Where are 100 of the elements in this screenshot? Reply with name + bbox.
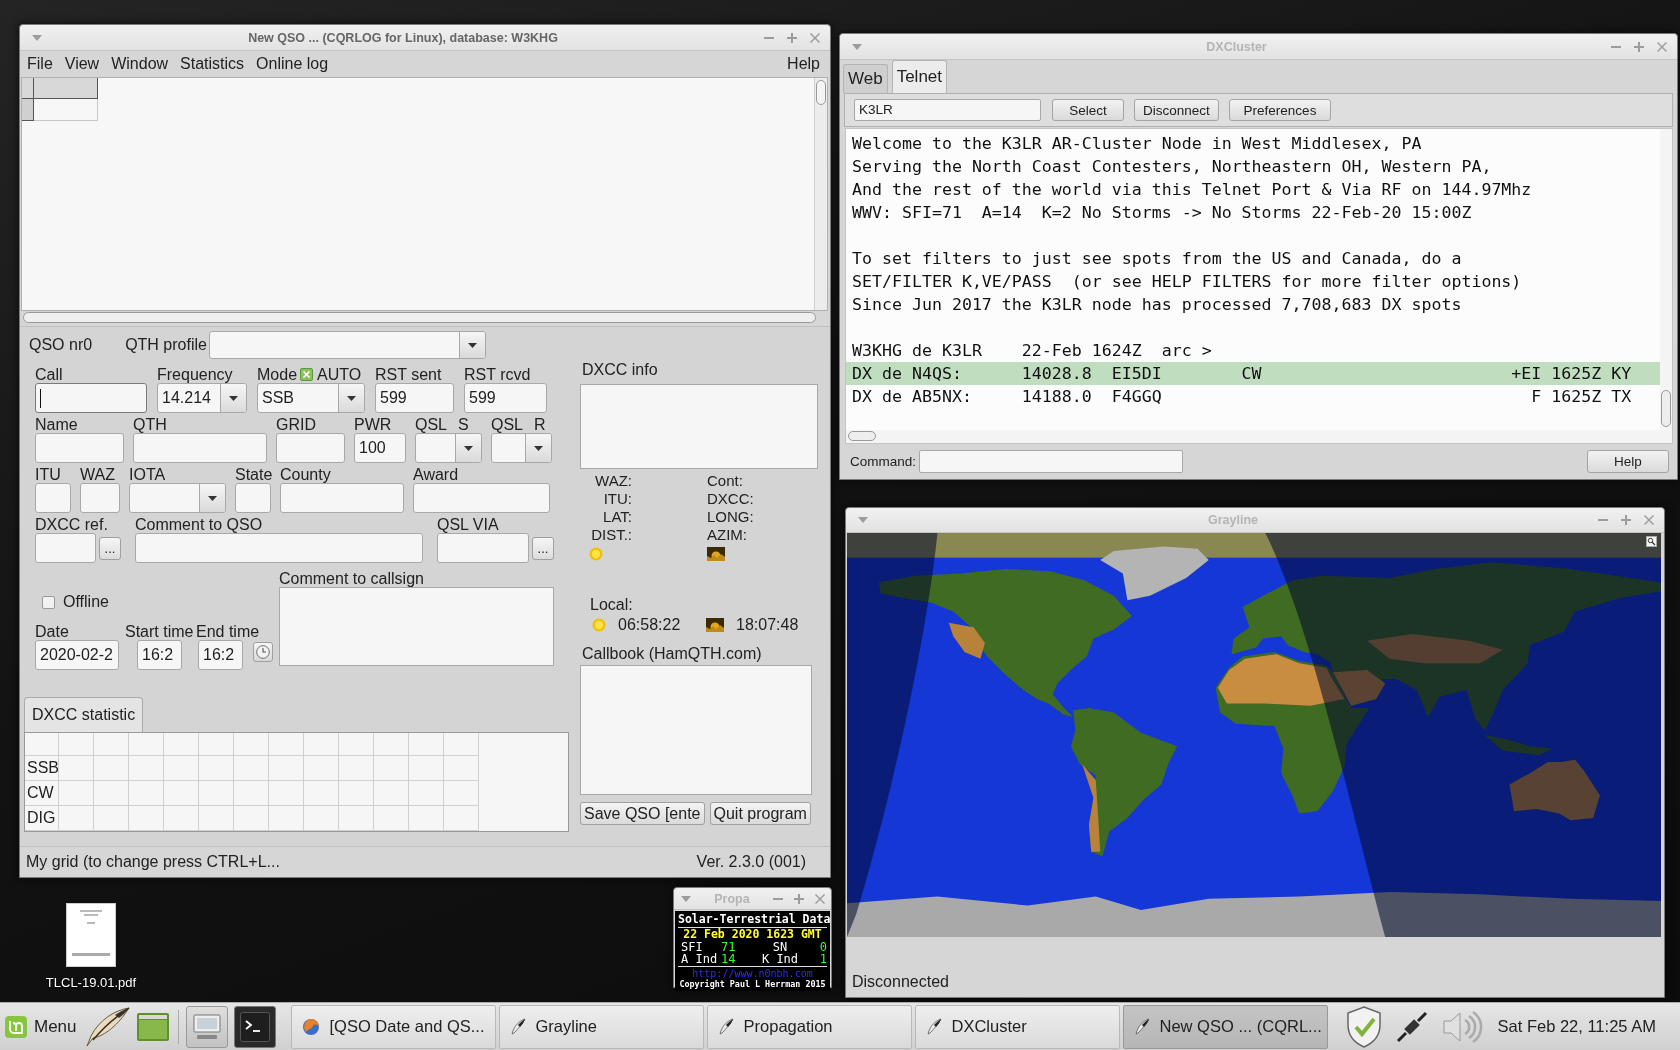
dropdown-field[interactable]: 14.214 xyxy=(157,383,247,413)
menu-item[interactable]: Window xyxy=(105,54,175,74)
input-field[interactable]: K3LR xyxy=(854,99,1041,121)
field-label: S xyxy=(458,416,469,433)
magnifier-icon[interactable] xyxy=(1646,536,1657,547)
input-field[interactable]: 100 xyxy=(354,433,406,463)
horizontal-scrollbar[interactable] xyxy=(846,430,1672,443)
save-button[interactable]: Save QSO [ente xyxy=(580,802,705,825)
input-field[interactable]: 16:2 xyxy=(198,640,243,670)
row-header: CW xyxy=(25,781,59,806)
close-icon[interactable] xyxy=(1657,41,1667,52)
clock[interactable]: Sat Feb 22, 11:25 AM xyxy=(1497,1017,1656,1036)
window-menu-icon[interactable] xyxy=(852,43,862,50)
taskbar-button[interactable]: DXCluster xyxy=(914,1004,1120,1049)
dropdown-field[interactable]: SSB xyxy=(257,383,365,413)
document-icon[interactable] xyxy=(66,903,116,967)
maximize-icon[interactable] xyxy=(1634,41,1644,52)
text-area[interactable] xyxy=(279,587,554,666)
tab[interactable]: Web xyxy=(843,64,888,93)
menu-item[interactable]: Statistics xyxy=(174,54,251,74)
minimize-icon[interactable] xyxy=(1611,45,1621,48)
dropdown-field[interactable] xyxy=(129,483,226,513)
scrollbar-thumb[interactable] xyxy=(1661,390,1671,427)
input-field[interactable]: 2020-02-2 xyxy=(35,640,119,670)
window-title: New QSO ... (CQRLOG for Linux), database: W3KHG xyxy=(247,30,559,45)
more-button[interactable]: ... xyxy=(532,537,554,560)
help-button[interactable]: Help xyxy=(1587,450,1669,473)
input-field[interactable] xyxy=(135,533,423,563)
vertical-scrollbar[interactable] xyxy=(814,78,827,310)
window-icon[interactable] xyxy=(136,1012,169,1041)
header-cell xyxy=(22,78,34,99)
file-label[interactable]: TLCL-19.01.pdf xyxy=(45,975,137,990)
input-field[interactable] xyxy=(413,483,550,513)
tab[interactable]: DXCC statistic xyxy=(24,697,144,732)
menu-item[interactable]: File xyxy=(21,54,59,74)
clock-button[interactable] xyxy=(253,642,273,662)
column-header xyxy=(25,733,59,756)
input-field[interactable] xyxy=(276,433,345,463)
minimize-icon[interactable] xyxy=(773,897,783,900)
disconnect-button[interactable]: Disconnect xyxy=(1134,99,1219,121)
close-icon[interactable] xyxy=(810,32,820,43)
tab[interactable]: Telnet xyxy=(891,60,948,93)
select-button[interactable]: Select xyxy=(1052,99,1124,121)
launcher-button[interactable] xyxy=(233,1005,276,1048)
close-icon[interactable] xyxy=(815,893,825,904)
taskbar-button[interactable]: New QSO ... (CQRL... xyxy=(1122,1004,1328,1049)
input-field[interactable] xyxy=(133,433,267,463)
dropdown-button[interactable] xyxy=(199,484,225,512)
window-menu-icon[interactable] xyxy=(32,34,42,41)
taskbar-button[interactable]: Grayline xyxy=(498,1004,704,1049)
taskbar-button[interactable]: Propagation xyxy=(706,1004,912,1049)
maximize-icon[interactable] xyxy=(794,893,804,904)
shield-check-icon[interactable] xyxy=(1345,1005,1382,1048)
table-cell xyxy=(304,806,339,831)
field-label: Date xyxy=(35,623,70,640)
dropdown-field[interactable] xyxy=(491,433,552,463)
close-icon[interactable] xyxy=(1644,515,1654,525)
checkbox[interactable] xyxy=(300,368,314,381)
more-button[interactable]: ... xyxy=(99,537,121,560)
input-field[interactable] xyxy=(35,483,71,513)
quit-button[interactable]: Quit program xyxy=(709,802,811,825)
dropdown-field[interactable] xyxy=(415,433,482,463)
input-field[interactable]: 599 xyxy=(464,383,547,413)
input-field[interactable] xyxy=(35,433,124,463)
checkbox[interactable] xyxy=(42,595,55,609)
menu-item[interactable]: View xyxy=(58,54,106,74)
input-field[interactable] xyxy=(437,533,529,563)
horizontal-scrollbar[interactable] xyxy=(23,312,816,323)
maximize-icon[interactable] xyxy=(1621,515,1631,525)
input-field[interactable] xyxy=(919,450,1184,473)
vertical-scrollbar[interactable] xyxy=(1660,129,1672,430)
window-menu-icon[interactable] xyxy=(858,517,868,523)
field-label: Name xyxy=(35,416,78,433)
plug-icon[interactable] xyxy=(1395,1010,1428,1043)
scrollbar-thumb[interactable] xyxy=(848,431,876,441)
menu-item[interactable]: Help xyxy=(781,54,826,74)
dropdown-button[interactable] xyxy=(220,384,246,412)
dropdown-button[interactable] xyxy=(338,384,364,412)
field-label: QSL xyxy=(491,416,523,433)
window-menu-icon[interactable] xyxy=(681,895,691,902)
dropdown-button[interactable] xyxy=(455,434,481,462)
preferences-button[interactable]: Preferences xyxy=(1229,99,1331,121)
input-field[interactable]: 16:2 xyxy=(137,640,182,670)
feather-icon[interactable] xyxy=(84,1005,131,1048)
input-field[interactable] xyxy=(235,483,271,513)
input-field[interactable] xyxy=(35,533,96,563)
input-field[interactable] xyxy=(80,483,120,513)
dropdown-button[interactable] xyxy=(525,434,551,462)
input-field[interactable] xyxy=(280,483,404,513)
dropdown-field[interactable] xyxy=(208,331,486,359)
menu-item[interactable]: Online log xyxy=(250,54,335,74)
scrollbar-thumb[interactable] xyxy=(816,80,826,105)
menu-button[interactable]: Menu xyxy=(0,1004,85,1049)
reading-label: SN xyxy=(772,941,788,953)
taskbar-button[interactable]: [QSO Date and QS... xyxy=(290,1004,496,1049)
minimize-icon[interactable] xyxy=(764,36,774,39)
maximize-icon[interactable] xyxy=(787,32,797,43)
dropdown-button[interactable] xyxy=(458,332,485,358)
input-field[interactable] xyxy=(35,383,147,413)
input-field[interactable]: 599 xyxy=(375,383,454,413)
